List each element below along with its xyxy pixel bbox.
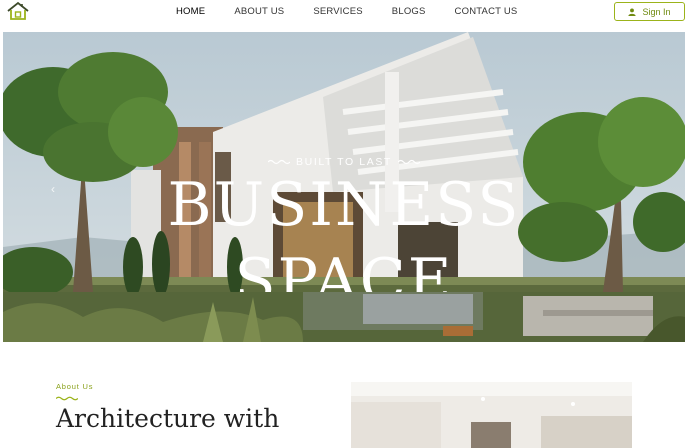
nav-about-us[interactable]: ABOUT US <box>234 6 284 17</box>
hero-title-line2: SPACE <box>234 246 454 292</box>
foreground-garden-image <box>3 292 685 342</box>
interior-photo <box>351 382 632 448</box>
user-icon <box>628 7 637 16</box>
hero-title: BUSINESS <box>167 170 521 240</box>
hero-tagline: BUILT TO LAST <box>3 156 685 168</box>
about-interior-image <box>351 382 632 448</box>
header: HOME ABOUT US SERVICES BLOGS CONTACT US … <box>0 0 698 26</box>
nav-contact-us[interactable]: CONTACT US <box>455 6 518 17</box>
wave-decoration-icon <box>268 159 291 165</box>
wave-decoration-icon <box>397 159 420 165</box>
hero-tagline-text: BUILT TO LAST <box>296 156 392 168</box>
nav-services[interactable]: SERVICES <box>313 6 362 17</box>
about-section-label: About Us <box>56 382 94 391</box>
main-nav: HOME ABOUT US SERVICES BLOGS CONTACT US <box>176 6 517 17</box>
sign-in-button[interactable]: Sign In <box>614 2 685 21</box>
chevron-left-icon[interactable]: ‹ <box>51 182 61 196</box>
nav-home[interactable]: HOME <box>176 6 205 17</box>
house-logo-icon[interactable] <box>6 1 36 21</box>
nav-blogs[interactable]: BLOGS <box>392 6 426 17</box>
hero-slider: BUILT TO LAST BUSINESS SPACE ‹ <box>3 32 685 342</box>
about-title: Architecture with <box>56 404 280 433</box>
wave-decoration-icon <box>56 396 78 401</box>
sign-in-label: Sign In <box>642 6 671 17</box>
